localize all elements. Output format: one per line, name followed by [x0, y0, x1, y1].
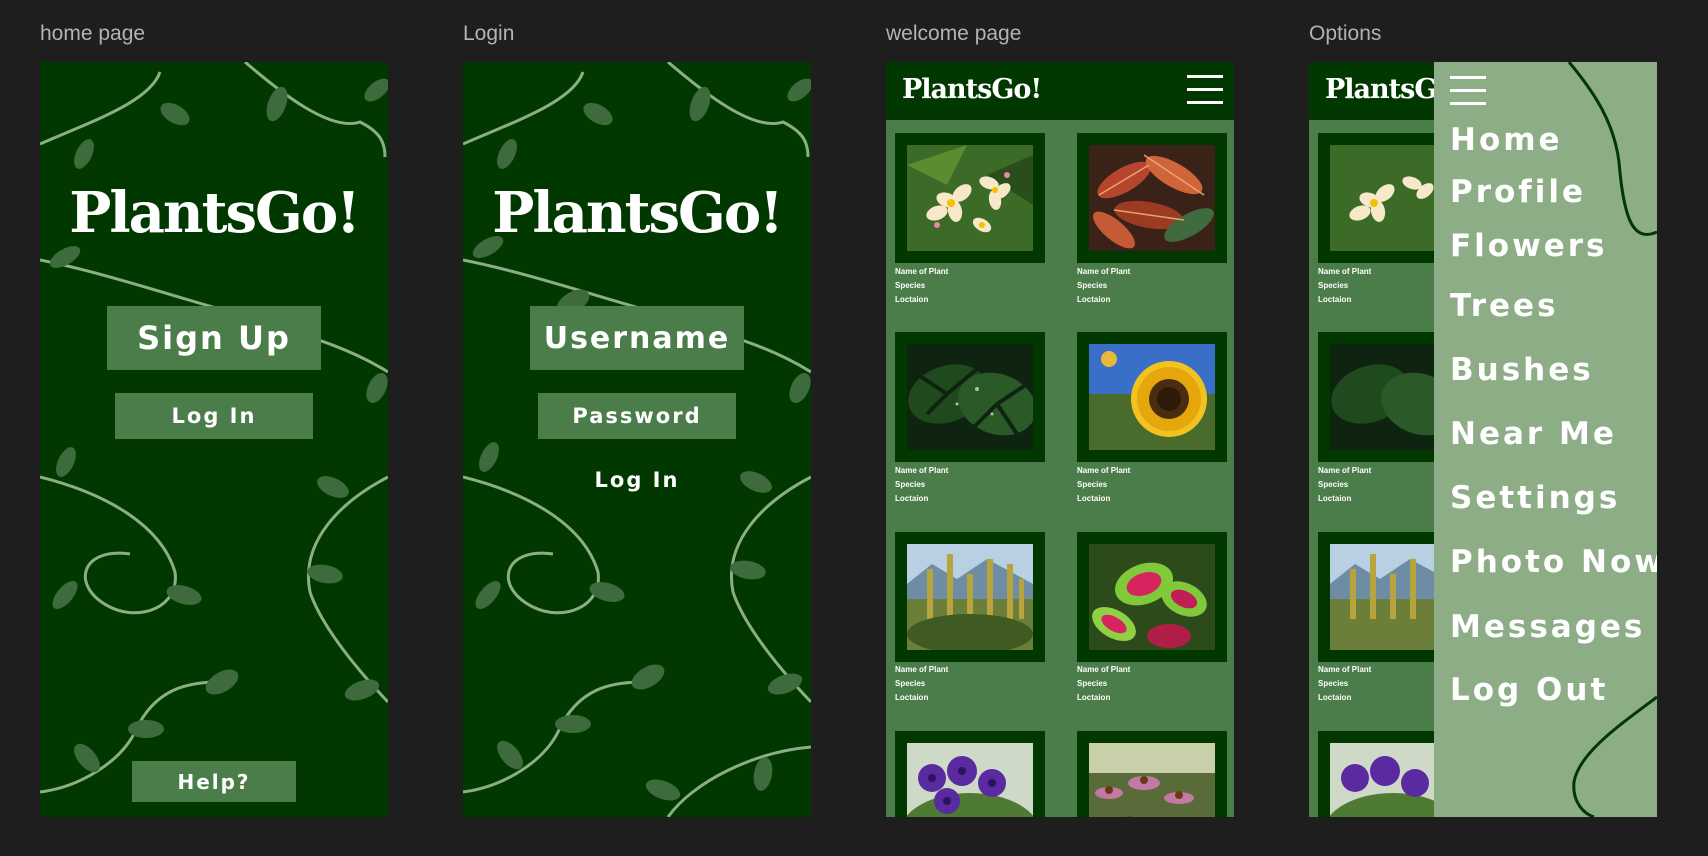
- plant-card[interactable]: [895, 532, 1045, 662]
- plant-meta: Name of Plant Species Loctaion: [1077, 265, 1130, 307]
- frame-label-home: home page: [40, 22, 146, 45]
- plant-location: Loctaion: [895, 295, 929, 304]
- plant-location: Loctaion: [1077, 295, 1111, 304]
- plant-location: Loctaion: [895, 494, 929, 503]
- side-menu: Home Profile Flowers Trees Bushes Near M…: [1434, 62, 1657, 817]
- plant-species: Species: [895, 281, 926, 290]
- frame-label-login: Login: [463, 22, 515, 45]
- plant-name: Name of Plant: [1318, 267, 1372, 276]
- plant-card[interactable]: [1077, 133, 1227, 263]
- plant-photo: [907, 544, 1033, 650]
- frame-label-options: Options: [1309, 22, 1382, 45]
- plant-location: Loctaion: [1318, 295, 1352, 304]
- app-logo: PlantsGo!: [492, 180, 784, 246]
- plant-species: Species: [895, 679, 926, 688]
- plant-meta: Name of Plant Species Loctaion: [1318, 265, 1371, 307]
- plant-card[interactable]: [1077, 532, 1227, 662]
- menu-item-trees[interactable]: Trees: [1450, 288, 1559, 324]
- plant-location: Loctaion: [1318, 494, 1352, 503]
- log-in-button[interactable]: Log In: [538, 468, 736, 492]
- menu-item-flowers[interactable]: Flowers: [1450, 228, 1608, 264]
- plant-meta: Name of Plant Species Loctaion: [1318, 464, 1371, 506]
- plant-meta: Name of Plant Species Loctaion: [895, 663, 948, 705]
- plant-name: Name of Plant: [1077, 466, 1131, 475]
- plant-species: Species: [1077, 679, 1108, 688]
- menu-item-profile[interactable]: Profile: [1450, 174, 1586, 210]
- plant-location: Loctaion: [895, 693, 929, 702]
- app-logo: PlantsGo!: [902, 74, 1042, 105]
- plant-photo: [1089, 544, 1215, 650]
- plant-card[interactable]: [895, 133, 1045, 263]
- plant-photo: [1089, 743, 1215, 817]
- plant-species: Species: [1077, 480, 1108, 489]
- plant-location: Loctaion: [1077, 494, 1111, 503]
- plant-species: Species: [1077, 281, 1108, 290]
- plant-species: Species: [1318, 679, 1349, 688]
- menu-item-photo-now[interactable]: Photo Now: [1450, 544, 1657, 580]
- plant-meta: Name of Plant Species Loctaion: [1318, 663, 1371, 705]
- plant-name: Name of Plant: [895, 267, 949, 276]
- plant-photo: [1089, 145, 1215, 251]
- plant-meta: Name of Plant Species Loctaion: [895, 464, 948, 506]
- menu-item-log-out[interactable]: Log Out: [1450, 672, 1608, 708]
- plant-card[interactable]: [895, 731, 1045, 817]
- menu-item-settings[interactable]: Settings: [1450, 480, 1620, 516]
- plant-card[interactable]: [1077, 731, 1227, 817]
- plant-name: Name of Plant: [1077, 665, 1131, 674]
- sign-up-button[interactable]: Sign Up: [107, 306, 321, 370]
- plant-location: Loctaion: [1077, 693, 1111, 702]
- menu-item-messages[interactable]: Messages: [1450, 609, 1645, 645]
- app-logo: PlantsGo!: [69, 180, 361, 246]
- plant-name: Name of Plant: [895, 466, 949, 475]
- login-page-frame: PlantsGo! Username Password Log In: [463, 62, 811, 817]
- frame-label-welcome: welcome page: [886, 22, 1022, 45]
- vine-background: [40, 62, 388, 794]
- plant-photo: [907, 743, 1033, 817]
- plant-meta: Name of Plant Species Loctaion: [1077, 464, 1130, 506]
- plant-name: Name of Plant: [1318, 466, 1372, 475]
- plant-card[interactable]: [895, 332, 1045, 462]
- plant-name: Name of Plant: [1077, 267, 1131, 276]
- plant-photo: [907, 344, 1033, 450]
- plant-photo: [907, 145, 1033, 251]
- help-button[interactable]: Help?: [132, 761, 296, 802]
- plant-meta: Name of Plant Species Loctaion: [1077, 663, 1130, 705]
- password-field[interactable]: Password: [538, 393, 736, 439]
- plant-meta: Name of Plant Species Loctaion: [895, 265, 948, 307]
- menu-item-near-me[interactable]: Near Me: [1450, 416, 1617, 452]
- top-bar: PlantsGo!: [886, 62, 1234, 120]
- home-page-frame: PlantsGo! Sign Up Log In Help?: [40, 62, 388, 817]
- menu-item-home[interactable]: Home: [1450, 122, 1563, 158]
- menu-item-bushes[interactable]: Bushes: [1450, 352, 1594, 388]
- log-in-button[interactable]: Log In: [115, 393, 313, 439]
- options-page-frame: PlantsGo Name of Plant Species Loctaion: [1309, 62, 1657, 817]
- plant-name: Name of Plant: [1318, 665, 1372, 674]
- plant-location: Loctaion: [1318, 693, 1352, 702]
- vine-background: [463, 62, 811, 817]
- plant-card[interactable]: [1077, 332, 1227, 462]
- username-field[interactable]: Username: [530, 306, 744, 370]
- hamburger-icon[interactable]: [1187, 75, 1223, 105]
- welcome-page-frame: PlantsGo! Name of Plant Species Loctaion…: [886, 62, 1234, 817]
- plant-photo: [1089, 344, 1215, 450]
- plant-species: Species: [1318, 281, 1349, 290]
- hamburger-icon[interactable]: [1450, 76, 1486, 106]
- plant-name: Name of Plant: [895, 665, 949, 674]
- plant-species: Species: [895, 480, 926, 489]
- plant-species: Species: [1318, 480, 1349, 489]
